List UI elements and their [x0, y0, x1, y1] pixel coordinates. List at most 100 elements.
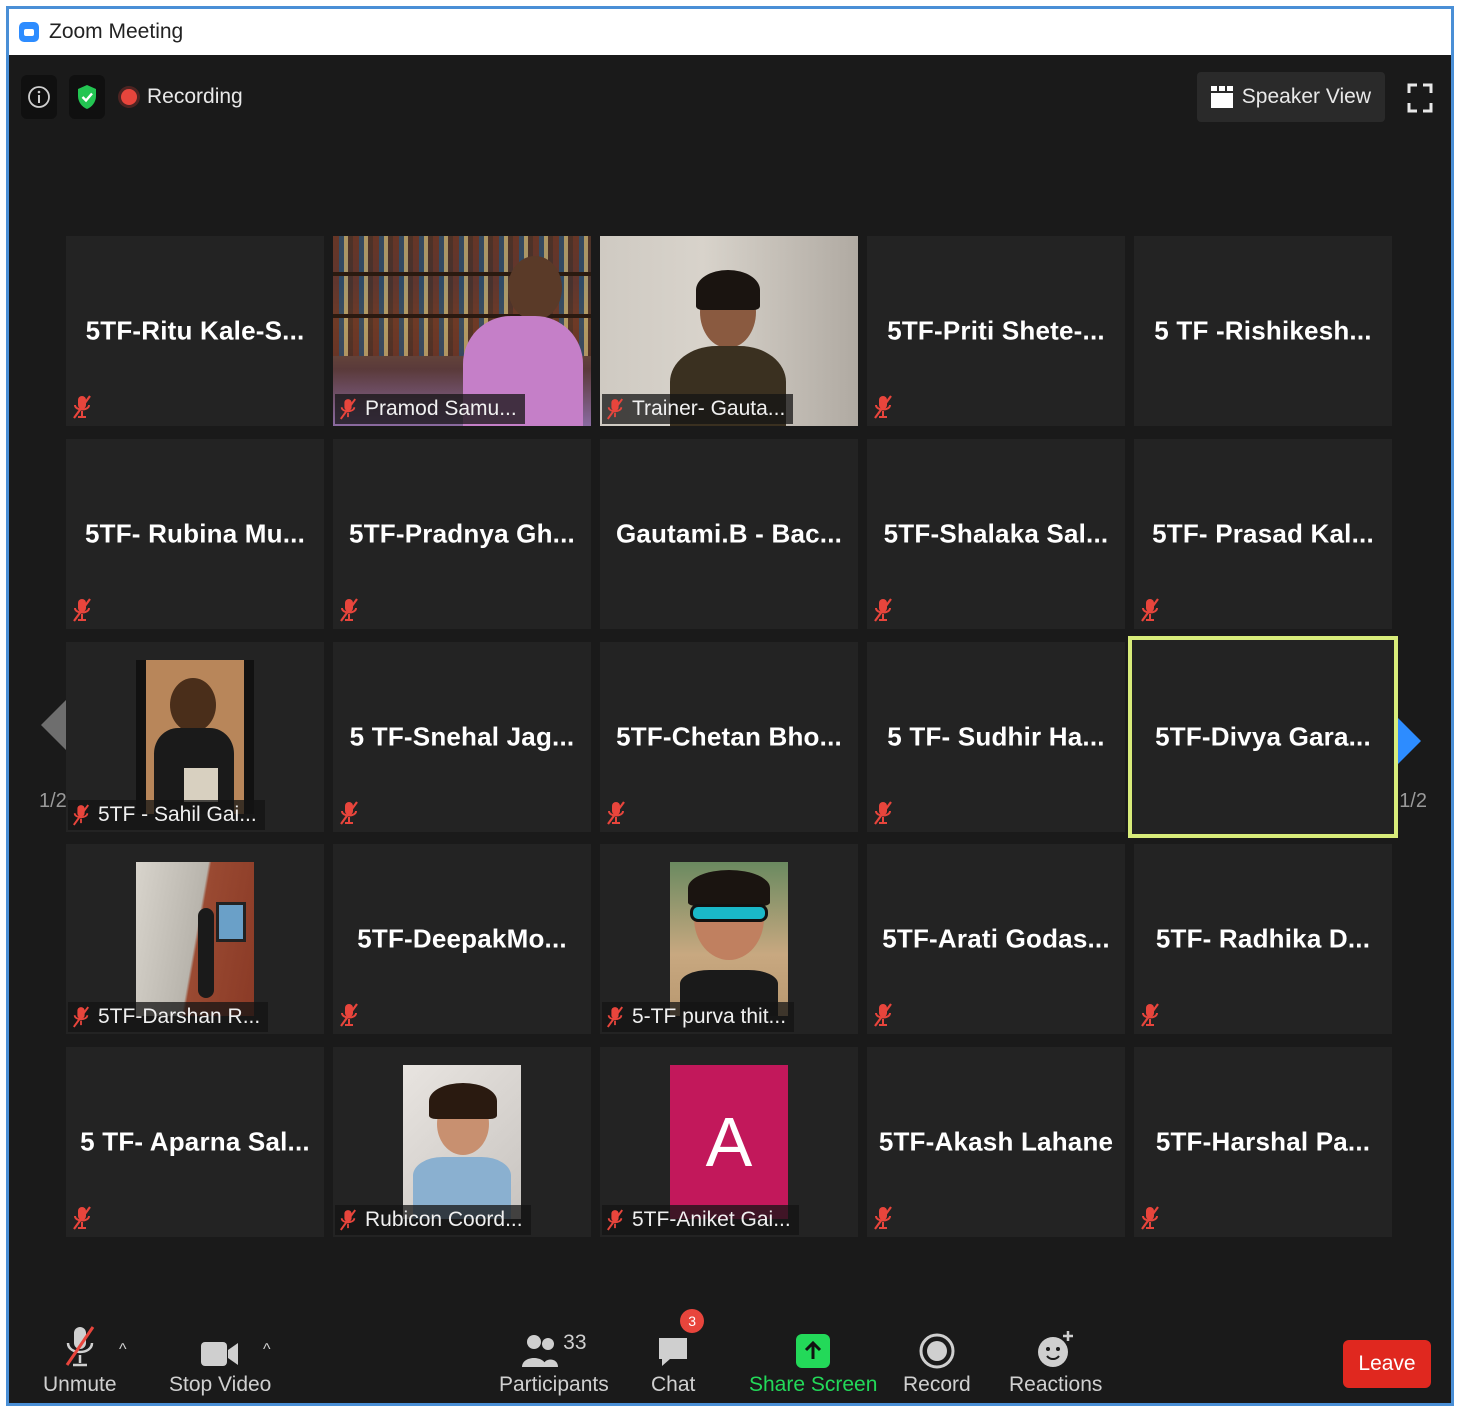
participant-tile[interactable]: 5TF- Radhika D...	[1134, 844, 1392, 1034]
participant-tile[interactable]: 5 TF -Rishikesh...	[1134, 236, 1392, 426]
audio-options-chevron-up-icon[interactable]: ^	[119, 1341, 127, 1359]
muted-mic-icon	[874, 1003, 892, 1027]
page-indicator-right: 1/2	[1399, 790, 1427, 812]
muted-mic-icon	[73, 598, 91, 622]
muted-mic-icon	[874, 1206, 892, 1230]
window-title: Zoom Meeting	[49, 20, 184, 43]
record-icon	[919, 1333, 955, 1369]
participant-name: 5TF-Akash Lahane	[878, 1126, 1114, 1157]
zoom-logo-icon	[19, 22, 39, 42]
participant-tile[interactable]: 5 TF- Aparna Sal...	[66, 1047, 324, 1237]
participant-name: Rubicon Coord...	[365, 1208, 523, 1231]
participant-tile[interactable]: 5TF-DeepakMo...	[333, 844, 591, 1034]
participant-tile[interactable]: A 5TF-Aniket Gai...	[600, 1047, 858, 1237]
record-label: Record	[903, 1373, 971, 1396]
participant-tile[interactable]: Trainer- Gauta...	[600, 236, 858, 426]
chat-bubble-icon	[659, 1338, 688, 1366]
participant-name: 5TF - Sahil Gai...	[98, 803, 257, 826]
participant-name-tag: Trainer- Gauta...	[602, 394, 794, 424]
speaker-view-button[interactable]: Speaker View	[1196, 72, 1385, 122]
muted-mic-icon	[1141, 1003, 1159, 1027]
participant-video	[670, 862, 788, 1016]
muted-mic-icon	[606, 1006, 624, 1028]
participant-name: 5TF-Harshal Pa...	[1155, 1126, 1371, 1157]
participant-tile[interactable]: Rubicon Coord...	[333, 1047, 591, 1237]
muted-mic-icon	[65, 1326, 95, 1367]
participant-name: 5TF- Prasad Kal...	[1152, 518, 1374, 549]
share-screen-arrow-up-icon	[796, 1334, 831, 1368]
participant-name: Gautami.B - Bac...	[615, 518, 843, 549]
reactions-label: Reactions	[1009, 1373, 1103, 1396]
unmute-label: Unmute	[43, 1373, 117, 1396]
encryption-button[interactable]	[69, 75, 105, 119]
participant-tile[interactable]: 5 TF-Snehal Jag...	[333, 642, 591, 832]
leave-button[interactable]: Leave	[1343, 1340, 1431, 1388]
muted-mic-icon	[874, 598, 892, 622]
share-screen-button[interactable]: Share Screen	[749, 1323, 877, 1397]
next-page-arrow-icon[interactable]	[1391, 711, 1425, 771]
recording-indicator[interactable]: Recording	[121, 75, 243, 119]
participants-label: Participants	[499, 1373, 609, 1396]
meeting-info-button[interactable]	[21, 75, 57, 119]
video-options-chevron-up-icon[interactable]: ^	[263, 1341, 271, 1359]
video-camera-icon	[201, 1342, 239, 1366]
speaker-view-label: Speaker View	[1241, 85, 1371, 108]
record-button[interactable]: Record	[903, 1323, 971, 1397]
participant-video	[136, 660, 254, 814]
participant-name-tag: 5TF-Aniket Gai...	[602, 1205, 799, 1235]
unmute-button[interactable]: Unmute	[43, 1323, 117, 1397]
participant-name-tag: Pramod Samu...	[335, 394, 525, 424]
muted-mic-icon	[73, 1206, 91, 1230]
participant-name: 5TF-Shalaka Sal...	[883, 518, 1109, 549]
participant-tile[interactable]: Gautami.B - Bac...	[600, 439, 858, 629]
participant-tile[interactable]: 5TF-Akash Lahane	[867, 1047, 1125, 1237]
muted-mic-icon	[72, 1006, 90, 1028]
participant-name: 5TF-Pradnya Gh...	[349, 518, 575, 549]
chat-label: Chat	[651, 1373, 696, 1396]
speaker-view-icon	[1210, 86, 1233, 108]
participant-tile[interactable]: 5 TF- Sudhir Ha...	[867, 642, 1125, 832]
participant-tile[interactable]: Pramod Samu...	[333, 236, 591, 426]
participant-name: 5TF- Radhika D...	[1155, 923, 1371, 954]
page-indicator-left: 1/2	[39, 790, 67, 812]
muted-mic-icon	[606, 398, 624, 420]
zoom-window: Zoom Meeting Recording Speaker View 1/2 …	[6, 6, 1454, 1406]
participants-icon	[522, 1335, 559, 1367]
participant-tile[interactable]: 5TF-Shalaka Sal...	[867, 439, 1125, 629]
participant-tile[interactable]: 5-TF purva thit...	[600, 844, 858, 1034]
participant-name: 5TF- Rubina Mu...	[84, 518, 306, 549]
participant-tile[interactable]: 5TF-Pradnya Gh...	[333, 439, 591, 629]
fullscreen-icon[interactable]	[1407, 83, 1433, 113]
participant-name-tag: Rubicon Coord...	[335, 1205, 531, 1235]
participant-name: Pramod Samu...	[365, 397, 517, 420]
participant-name: Trainer- Gauta...	[632, 397, 786, 420]
muted-mic-icon	[339, 398, 357, 420]
active-speaker-tile[interactable]: 5TF-Divya Gara...	[1128, 636, 1398, 838]
muted-mic-icon	[607, 801, 625, 825]
participant-video	[403, 1065, 521, 1219]
reactions-button[interactable]: Reactions	[1009, 1323, 1102, 1397]
participant-tile[interactable]: 5TF-Ritu Kale-S...	[66, 236, 324, 426]
recording-label: Recording	[147, 85, 243, 108]
participant-tile[interactable]: 5TF - Sahil Gai...	[66, 642, 324, 832]
participant-tile[interactable]: 5TF-Priti Shete-...	[867, 236, 1125, 426]
stop-video-button[interactable]: Stop Video	[169, 1323, 271, 1397]
muted-mic-icon	[340, 801, 358, 825]
muted-mic-icon	[339, 1209, 357, 1231]
participants-button[interactable]: 33 Participants	[499, 1323, 609, 1397]
participant-tile[interactable]: 5TF-Darshan R...	[66, 844, 324, 1034]
participant-tile[interactable]: 5TF-Arati Godas...	[867, 844, 1125, 1034]
participant-tile[interactable]: 5TF-Harshal Pa...	[1134, 1047, 1392, 1237]
participant-tile[interactable]: 5TF- Rubina Mu...	[66, 439, 324, 629]
reactions-smiley-icon	[1037, 1331, 1073, 1367]
muted-mic-icon	[1141, 1206, 1159, 1230]
muted-mic-icon	[340, 598, 358, 622]
participant-name: 5 TF- Aparna Sal...	[80, 1126, 310, 1157]
muted-mic-icon	[874, 801, 892, 825]
muted-mic-icon	[1141, 598, 1159, 622]
muted-mic-icon	[340, 1003, 358, 1027]
participant-tile[interactable]: 5TF- Prasad Kal...	[1134, 439, 1392, 629]
chat-button[interactable]: 3 Chat	[651, 1309, 705, 1397]
participant-tile[interactable]: 5TF-Chetan Bho...	[600, 642, 858, 832]
participant-name: 5TF-Darshan R...	[98, 1005, 261, 1028]
